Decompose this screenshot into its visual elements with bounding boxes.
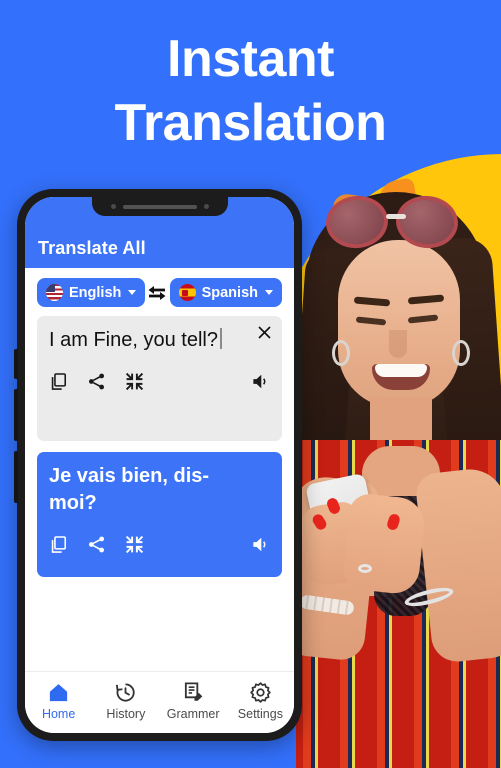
source-language-button[interactable]: English bbox=[37, 278, 146, 307]
teeth bbox=[375, 364, 427, 377]
source-text: I am Fine, you tell? bbox=[49, 327, 270, 354]
nav-label-settings: Settings bbox=[237, 706, 283, 721]
nose bbox=[389, 330, 407, 358]
us-flag-icon bbox=[46, 284, 63, 301]
promo-headline: Instant Translation bbox=[0, 27, 501, 155]
earring-right bbox=[452, 340, 470, 366]
history-clock-icon bbox=[116, 682, 135, 702]
model-photo bbox=[296, 178, 501, 768]
source-language-label: English bbox=[69, 284, 122, 301]
source-text-value: I am Fine, you tell? bbox=[49, 329, 218, 351]
language-selector-bar: English Spanish bbox=[25, 268, 294, 316]
clear-text-button[interactable] bbox=[255, 323, 273, 341]
es-flag-icon bbox=[178, 284, 196, 301]
translated-text: Je vais bien, dis-moi? bbox=[49, 465, 210, 514]
speaker-icon[interactable] bbox=[251, 372, 270, 391]
chevron-down-icon bbox=[128, 290, 137, 295]
source-card-actions bbox=[49, 372, 270, 391]
nav-label-home: Home bbox=[41, 706, 76, 721]
nav-item-settings[interactable]: Settings bbox=[229, 681, 291, 721]
nav-item-history[interactable]: History bbox=[95, 681, 157, 721]
target-language-label: Spanish bbox=[201, 284, 258, 301]
close-icon bbox=[257, 325, 271, 339]
volume-up-button[interactable] bbox=[14, 389, 18, 441]
source-text-card[interactable]: I am Fine, you tell? bbox=[37, 316, 282, 441]
translated-text-card[interactable]: Je vais bien, dis-moi? bbox=[37, 452, 282, 577]
nav-label-grammer: Grammer bbox=[166, 706, 220, 721]
phone-mockup: Translate All English Spanish I am Fine,… bbox=[14, 189, 302, 741]
share-icon[interactable] bbox=[87, 372, 106, 391]
earpiece-speaker-icon bbox=[122, 204, 197, 209]
grammar-document-pencil-icon bbox=[184, 681, 202, 701]
speaker-icon[interactable] bbox=[251, 535, 270, 554]
collapse-icon[interactable] bbox=[125, 535, 144, 554]
home-icon bbox=[50, 683, 68, 701]
nav-item-home[interactable]: Home bbox=[28, 681, 90, 721]
nav-label-history: History bbox=[106, 706, 146, 721]
nav-item-grammer[interactable]: Grammer bbox=[162, 681, 224, 721]
promo-screenshot: Instant Translation Translate All Englis… bbox=[0, 0, 501, 768]
swap-languages-button[interactable] bbox=[145, 280, 169, 306]
sensor-dot-icon bbox=[110, 204, 116, 209]
headline-line-2: Translation bbox=[114, 94, 387, 152]
target-language-button[interactable]: Spanish bbox=[169, 278, 282, 307]
hand-right bbox=[341, 492, 427, 596]
volume-down-button[interactable] bbox=[14, 451, 18, 503]
headline-line-1: Instant bbox=[167, 30, 334, 88]
copy-icon[interactable] bbox=[49, 372, 68, 391]
share-icon[interactable] bbox=[87, 535, 106, 554]
finger-ring bbox=[358, 564, 372, 573]
phone-side-button[interactable] bbox=[14, 349, 18, 379]
bottom-navigation: Home History Grammer Settings bbox=[25, 671, 294, 733]
gear-icon bbox=[250, 681, 271, 703]
phone-screen: Translate All English Spanish I am Fine,… bbox=[25, 197, 294, 733]
chevron-down-icon bbox=[265, 290, 273, 295]
text-cursor bbox=[219, 328, 222, 349]
camera-dot-icon bbox=[203, 204, 209, 209]
app-title: Translate All bbox=[38, 238, 146, 258]
earring-left bbox=[332, 340, 350, 366]
sunglasses-bridge bbox=[386, 214, 406, 219]
translated-card-actions bbox=[49, 535, 270, 554]
collapse-icon[interactable] bbox=[125, 372, 144, 391]
phone-notch bbox=[91, 197, 228, 216]
copy-icon[interactable] bbox=[49, 535, 68, 554]
swap-arrows-icon bbox=[148, 285, 166, 300]
